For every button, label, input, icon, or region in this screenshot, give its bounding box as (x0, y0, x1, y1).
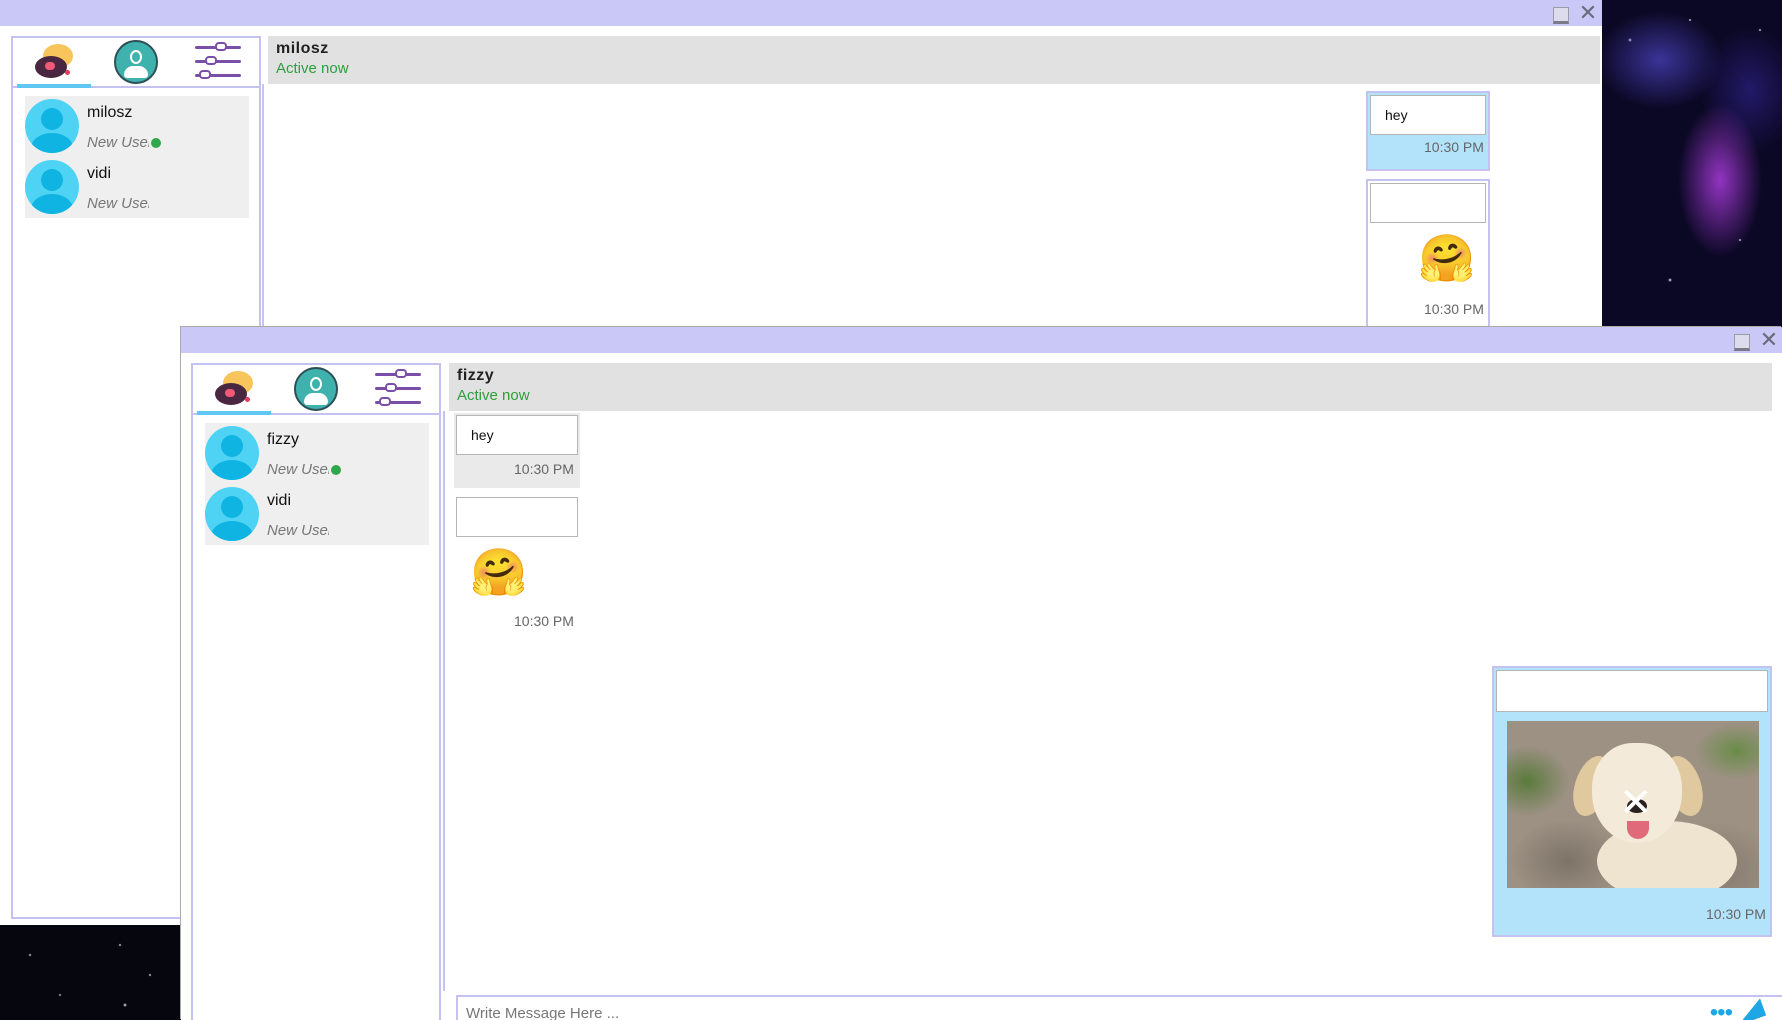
contact-item[interactable]: vidi New User (205, 484, 429, 545)
chat-partner-name: fizzy (457, 367, 495, 384)
chat-header: milosz Active now (268, 36, 1600, 84)
message-text: hey (456, 415, 578, 455)
sidebar: fizzy New User vidi New User (191, 363, 441, 1020)
tab-profile[interactable] (275, 365, 357, 413)
hug-emoji: 🤗 (470, 546, 528, 598)
message-time: 10:30 PM (1424, 301, 1484, 317)
contact-status: New User (87, 195, 149, 212)
close-icon[interactable]: ✕ (1578, 2, 1598, 24)
desktop-wallpaper-bottom (0, 925, 182, 1020)
message-input[interactable]: Write Message Here ... (466, 1005, 619, 1020)
message-time: 10:30 PM (514, 461, 574, 477)
message-text (1370, 183, 1486, 223)
settings-icon (375, 367, 421, 411)
dog-photo[interactable]: ✕ (1507, 721, 1759, 888)
avatar-icon (205, 426, 259, 480)
message-received[interactable]: hey 10:30 PM (454, 413, 580, 488)
message-text (456, 497, 578, 537)
contact-item[interactable]: milosz New User (25, 96, 249, 157)
window-titlebar[interactable]: ✕ (0, 0, 1602, 26)
online-indicator (331, 464, 341, 475)
profile-icon (294, 367, 338, 411)
more-icon[interactable]: ••• (1710, 999, 1733, 1020)
contact-name: fizzy (267, 431, 299, 448)
minimize-icon[interactable] (1731, 331, 1751, 351)
chat-header: fizzy Active now (449, 363, 1772, 411)
contact-status: New User (267, 522, 329, 539)
chat-partner-name: milosz (276, 40, 329, 57)
minimize-icon[interactable] (1550, 4, 1570, 24)
chat-window-front[interactable]: ✕ fizzy New User vidi New User fizzy Act… (181, 327, 1782, 1020)
contact-name: vidi (87, 165, 112, 182)
profile-icon (114, 40, 158, 84)
message-text: hey (1370, 95, 1486, 135)
close-icon[interactable]: ✕ (1619, 783, 1653, 823)
message-received[interactable]: 🤗 10:30 PM (454, 495, 580, 635)
window-titlebar[interactable]: ✕ (181, 327, 1782, 353)
chat-partner-status: Active now (276, 60, 349, 77)
settings-icon (195, 40, 241, 84)
contact-list: fizzy New User vidi New User (205, 423, 429, 545)
message-time: 10:30 PM (514, 613, 574, 629)
contact-item[interactable]: vidi New User (25, 157, 249, 218)
message-time: 10:30 PM (1706, 906, 1766, 922)
contact-list: milosz New User vidi New User (25, 96, 249, 218)
tab-profile[interactable] (95, 38, 177, 86)
message-sent[interactable]: 🤗 10:30 PM (1366, 179, 1490, 329)
tab-settings[interactable] (177, 38, 259, 86)
sidebar-tabs (193, 365, 439, 415)
message-sent[interactable]: hey 10:30 PM (1366, 91, 1490, 171)
contact-item[interactable]: fizzy New User (205, 423, 429, 484)
message-input-bar: Write Message Here ... ••• (456, 995, 1782, 1020)
avatar-icon (25, 99, 79, 153)
online-indicator (151, 137, 161, 148)
contact-name: vidi (267, 492, 292, 509)
hug-emoji: 🤗 (1418, 232, 1476, 284)
chat-icon (211, 369, 257, 409)
contact-status: New User (267, 461, 329, 478)
message-time: 10:30 PM (1424, 139, 1484, 155)
contact-status: New User (87, 134, 149, 151)
chat-partner-status: Active now (457, 387, 530, 404)
message-sent[interactable]: ✕ 10:30 PM (1492, 666, 1772, 937)
chat-icon (31, 42, 77, 82)
send-icon[interactable] (1731, 998, 1767, 1020)
avatar-icon (25, 160, 79, 214)
close-icon[interactable]: ✕ (1759, 329, 1779, 351)
tab-settings[interactable] (357, 365, 439, 413)
avatar-icon (205, 487, 259, 541)
message-area[interactable]: hey 10:30 PM 🤗 10:30 PM (262, 84, 1602, 329)
desktop-wallpaper (1600, 0, 1782, 330)
message-text (1496, 670, 1768, 712)
contact-name: milosz (87, 104, 133, 121)
sidebar-tabs (13, 38, 259, 88)
tab-chats[interactable] (193, 365, 275, 415)
tab-chats[interactable] (13, 38, 95, 88)
message-area[interactable]: hey 10:30 PM 🤗 10:30 PM ✕ 10:30 PM (443, 411, 1782, 991)
